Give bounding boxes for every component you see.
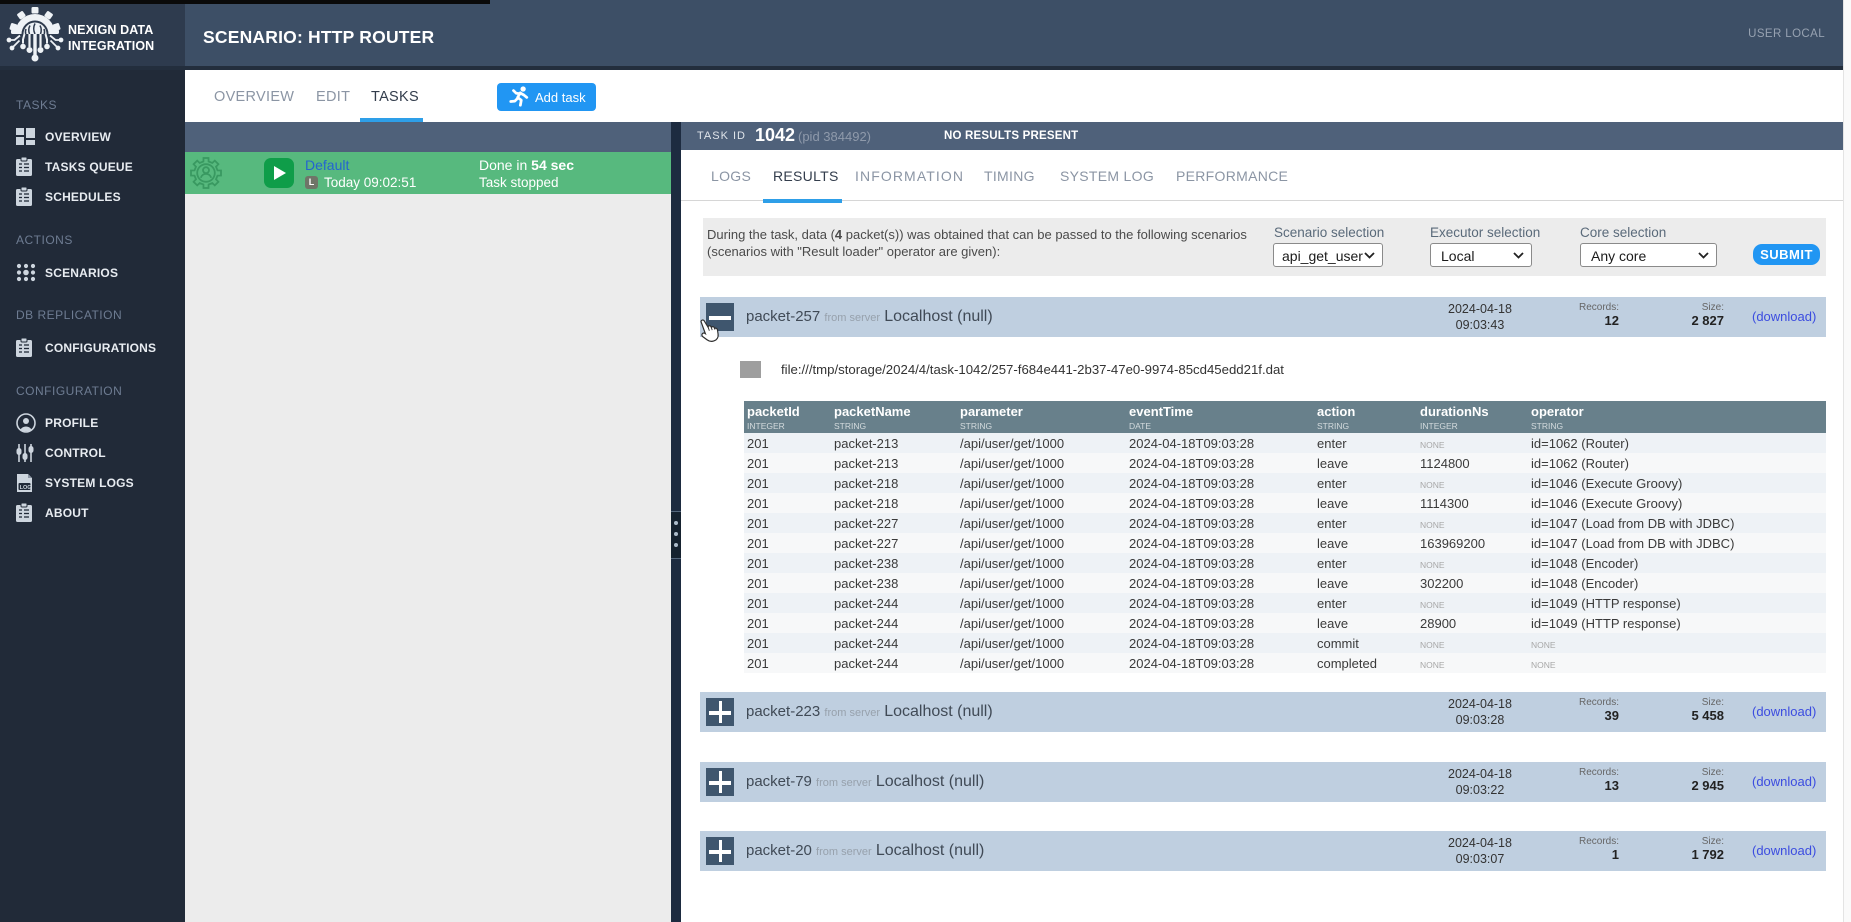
svg-text:LOG: LOG: [20, 485, 32, 491]
